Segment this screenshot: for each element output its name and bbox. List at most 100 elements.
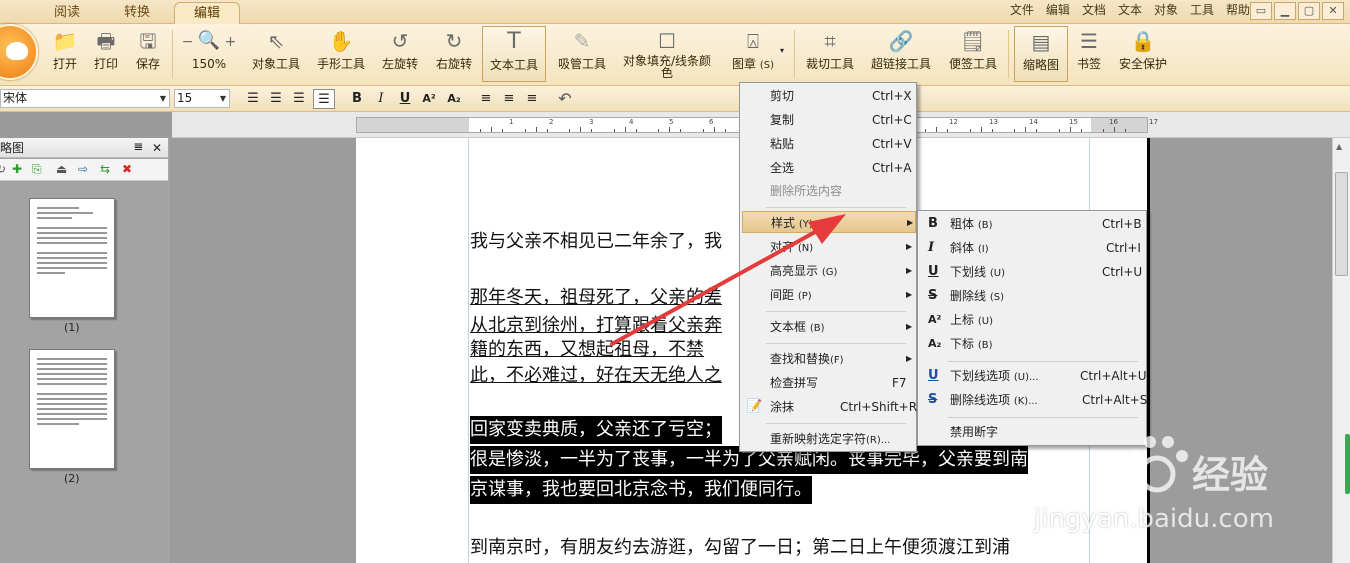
selected-line-3[interactable]: 京谋事，我也要回北京念书，我们便同行。 bbox=[470, 476, 812, 504]
rotate-right-button[interactable]: ↻ 右旋转 bbox=[434, 26, 474, 82]
thumbnail-toggle-button[interactable]: ▤ 缩略图 bbox=[1014, 26, 1068, 82]
submenu-item-italic[interactable]: I 斜体 (I) Ctrl+I bbox=[920, 237, 1144, 259]
crop-tool-button[interactable]: ⌗ 裁切工具 bbox=[804, 26, 856, 82]
bookmark-button[interactable]: ☰ 书签 bbox=[1074, 26, 1104, 82]
stamp-dropdown-icon[interactable]: ▾ bbox=[780, 46, 784, 55]
menu-item-highlight[interactable]: 高亮显示 (G) ▶ bbox=[742, 260, 914, 282]
note-tool-button[interactable]: 🗒 便签工具 bbox=[947, 26, 999, 82]
rotate-page-icon[interactable]: ↻ bbox=[0, 162, 6, 176]
stamp-button[interactable]: ⍓ 图章 (S) bbox=[728, 26, 778, 82]
menu-item-select-all[interactable]: 全选 Ctrl+A bbox=[742, 157, 914, 179]
submenu-item-superscript[interactable]: A² 上标 (U) bbox=[920, 309, 1144, 331]
justify-button[interactable]: ☰ bbox=[313, 89, 335, 109]
page-thumbnail-1[interactable] bbox=[29, 198, 115, 318]
hyperlink-tool-button[interactable]: 🔗 超链接工具 bbox=[870, 26, 932, 82]
selected-line-1[interactable]: 回家变卖典质，父亲还了亏空； bbox=[470, 416, 722, 444]
menu-item-redact[interactable]: 📝 涂抹 Ctrl+Shift+R bbox=[742, 396, 917, 418]
menu-edit[interactable]: 编辑 bbox=[1046, 0, 1070, 24]
menu-item-style[interactable]: 样式 (Y) ▶ bbox=[742, 211, 916, 233]
ruler-number: 13 bbox=[989, 118, 998, 126]
scrollbar-thumb[interactable] bbox=[1335, 172, 1348, 276]
stamp-icon: ⍓ bbox=[747, 29, 759, 53]
menu-item-remap-chars[interactable]: 重新映射选定字符(R)... bbox=[742, 428, 914, 450]
menu-item-spacing[interactable]: 间距 (P) ▶ bbox=[742, 284, 914, 306]
object-tool-button[interactable]: ⇖ 对象工具 bbox=[250, 26, 302, 82]
submenu-item-bold[interactable]: B 粗体 (B) Ctrl+B bbox=[920, 213, 1144, 235]
menu-object[interactable]: 对象 bbox=[1154, 0, 1178, 24]
menu-item-textbox[interactable]: 文本框 (B) ▶ bbox=[742, 316, 914, 338]
move-page-icon[interactable]: ⇨ bbox=[78, 162, 88, 176]
rotate-left-button[interactable]: ↺ 左旋转 bbox=[380, 26, 420, 82]
fill-line-color-button[interactable]: ☐ 对象填充/线条颜 色 bbox=[622, 26, 712, 82]
close-button[interactable]: ✕ bbox=[1322, 2, 1344, 20]
menu-tools[interactable]: 工具 bbox=[1190, 0, 1214, 24]
hand-tool-button[interactable]: ✋ 手形工具 bbox=[315, 26, 367, 82]
text-tool-button[interactable]: T 文本工具 bbox=[482, 26, 546, 82]
minimize-button[interactable]: ▁ bbox=[1274, 2, 1296, 20]
tab-convert[interactable]: 转换 bbox=[104, 2, 170, 24]
eyedropper-button[interactable]: ✎ 吸管工具 bbox=[556, 26, 608, 82]
submenu-item-disable-hyphenation[interactable]: 禁用断字 bbox=[920, 421, 1144, 443]
page-thumbnail-2[interactable] bbox=[29, 349, 115, 469]
zoom-level[interactable]: 150% bbox=[176, 57, 242, 71]
paragraph-1[interactable]: 我与父亲不相见已二年余了，我 bbox=[470, 228, 722, 256]
security-button[interactable]: 🔒 安全保护 bbox=[1118, 26, 1168, 82]
paragraph-2-line-4[interactable]: 此，不必难过，好在天无绝人之 bbox=[470, 362, 722, 390]
menu-item-align[interactable]: 对齐 (N) ▶ bbox=[742, 236, 914, 258]
menu-text[interactable]: 文本 bbox=[1118, 0, 1142, 24]
font-size-select[interactable]: 15 ▼ bbox=[174, 89, 230, 108]
paragraph-2-line-3[interactable]: 籍的东西，又想起祖母，不禁 bbox=[470, 336, 704, 364]
bold-button[interactable]: B bbox=[346, 89, 368, 109]
line-spacing-1-button[interactable]: ≡ bbox=[475, 89, 497, 109]
undo-button[interactable]: ↶ bbox=[554, 89, 576, 109]
submenu-item-strikethrough[interactable]: S 删除线 (S) bbox=[920, 285, 1144, 307]
justify-icon: ☰ bbox=[318, 92, 330, 107]
print-button[interactable]: 🖶 打印 bbox=[91, 26, 121, 82]
font-family-select[interactable]: 宋体 ▼ bbox=[0, 89, 170, 108]
maximize-button[interactable]: ▢ bbox=[1298, 2, 1320, 20]
superscript-button[interactable]: A² bbox=[418, 89, 440, 109]
insert-page-icon[interactable]: ⎘ bbox=[32, 162, 42, 176]
submenu-arrow-icon: ▶ bbox=[906, 266, 913, 275]
zoom-in-button[interactable]: + bbox=[225, 34, 237, 50]
replace-page-icon[interactable]: ⇆ bbox=[100, 162, 110, 176]
save-button[interactable]: 🖫 保存 bbox=[133, 26, 163, 82]
paragraph-4-line-1[interactable]: 到南京时，有朋友约去游逛，勾留了一日；第二日上午便须渡江到浦 bbox=[470, 534, 1010, 562]
underline-options-icon: U bbox=[928, 368, 939, 383]
extract-page-icon[interactable]: ⏏ bbox=[56, 162, 67, 176]
tab-edit[interactable]: 编辑 bbox=[174, 2, 240, 24]
align-right-button[interactable]: ☰ bbox=[288, 89, 310, 109]
delete-page-icon[interactable]: ✖ bbox=[122, 162, 132, 176]
ruler-tick bbox=[680, 129, 682, 132]
align-left-button[interactable]: ☰ bbox=[242, 89, 264, 109]
menu-item-cut[interactable]: 剪切 Ctrl+X bbox=[742, 85, 914, 107]
app-logo[interactable] bbox=[0, 24, 38, 80]
menu-item-copy[interactable]: 复制 Ctrl+C bbox=[742, 109, 914, 131]
add-page-icon[interactable]: ✚ bbox=[12, 162, 22, 176]
menu-document[interactable]: 文档 bbox=[1082, 0, 1106, 24]
submenu-item-underline-options[interactable]: U 下划线选项 (U)... Ctrl+Alt+U bbox=[920, 365, 1147, 387]
menu-item-spellcheck[interactable]: 检查拼写 F7 bbox=[742, 372, 914, 394]
paragraph-2-line-1[interactable]: 那年冬天，祖母死了，父亲的差 bbox=[470, 284, 722, 312]
panel-close-button[interactable]: ✕ bbox=[152, 138, 162, 158]
menu-item-paste[interactable]: 粘贴 Ctrl+V bbox=[742, 133, 914, 155]
pin-icon[interactable]: 𝌆 bbox=[134, 138, 143, 158]
underline-button[interactable]: U bbox=[394, 89, 416, 109]
line-spacing-3-button[interactable]: ≡ bbox=[521, 89, 543, 109]
submenu-item-underline[interactable]: U 下划线 (U) Ctrl+U bbox=[920, 261, 1144, 283]
zoom-out-button[interactable]: − bbox=[182, 34, 194, 50]
submenu-item-subscript[interactable]: A₂ 下标 (B) bbox=[920, 333, 1144, 355]
align-center-button[interactable]: ☰ bbox=[265, 89, 287, 109]
subscript-button[interactable]: A₂ bbox=[443, 89, 465, 109]
menu-file[interactable]: 文件 bbox=[1010, 0, 1034, 24]
menu-help[interactable]: 帮助 bbox=[1226, 0, 1250, 24]
tab-read[interactable]: 阅读 bbox=[34, 2, 100, 24]
menu-item-find-replace[interactable]: 查找和替换(F) ▶ bbox=[742, 348, 914, 370]
line-spacing-2-button[interactable]: ≡ bbox=[498, 89, 520, 109]
italic-button[interactable]: I bbox=[370, 89, 392, 109]
submenu-item-strikethrough-options[interactable]: S 删除线选项 (K)... Ctrl+Alt+S bbox=[920, 389, 1147, 411]
submenu-arrow-icon: ▶ bbox=[907, 218, 914, 227]
restore-icon[interactable]: ▭ bbox=[1250, 2, 1272, 20]
scroll-up-icon[interactable]: ▲ bbox=[1336, 142, 1342, 151]
open-button[interactable]: 📁 打开 bbox=[50, 26, 80, 82]
